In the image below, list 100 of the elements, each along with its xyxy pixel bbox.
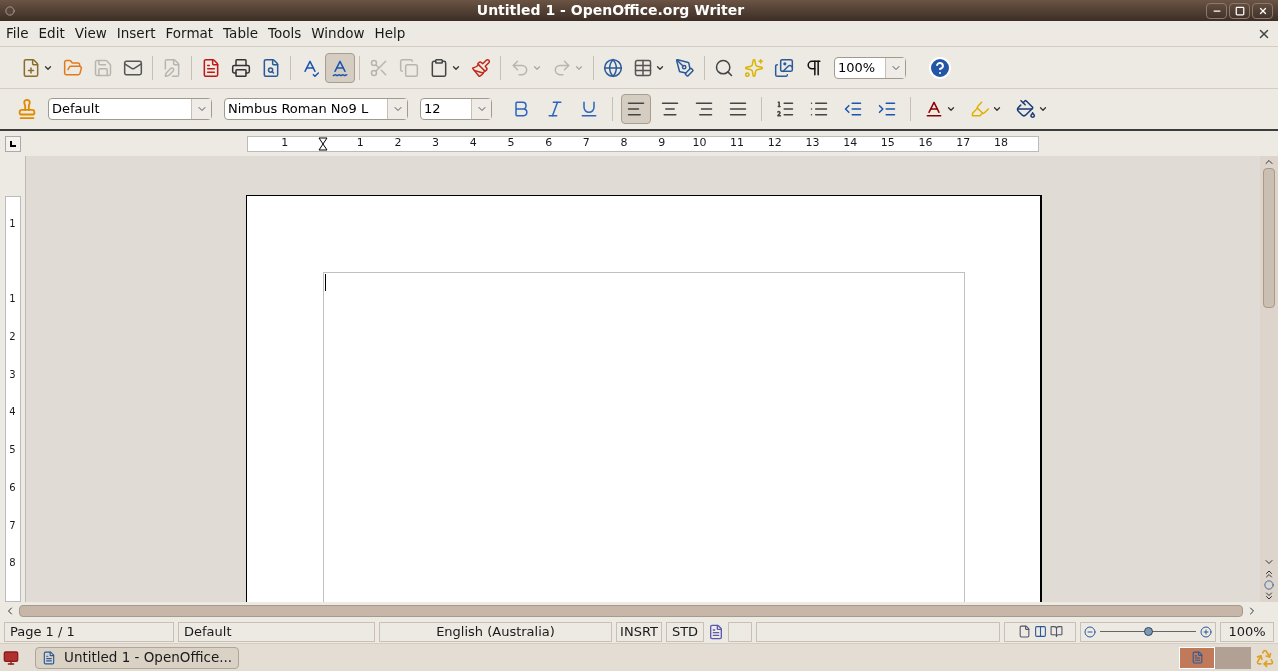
- menu-item[interactable]: Insert: [111, 23, 161, 44]
- menu-item[interactable]: Help: [369, 23, 411, 44]
- find-icon: [714, 57, 734, 78]
- previous-page-icon[interactable]: [1263, 568, 1275, 580]
- menu-item[interactable]: File: [1, 23, 34, 44]
- two-page-icon[interactable]: [1033, 625, 1047, 638]
- ruler-number: 1: [355, 135, 365, 152]
- ruler-number: 17: [955, 135, 972, 152]
- ruler-number: 1: [9, 292, 16, 307]
- indent-marker-icon[interactable]: [317, 136, 328, 151]
- ruler-number: 8: [619, 135, 629, 152]
- window-title: Untitled 1 - OpenOffice.org Writer: [475, 1, 746, 20]
- menu-item[interactable]: View: [69, 23, 112, 44]
- ruler-number: 13: [804, 135, 821, 152]
- help-icon[interactable]: [928, 55, 952, 80]
- scrollbar-thumb[interactable]: [1263, 168, 1275, 308]
- toolbar-button[interactable]: [621, 94, 651, 124]
- gallery-icon: [774, 57, 794, 78]
- ruler-number: 1: [280, 135, 290, 152]
- show-desktop-icon[interactable]: [3, 649, 19, 666]
- caret-icon: [1038, 104, 1048, 114]
- zoom-percentage: 100%: [1220, 621, 1274, 642]
- combo-value: 12: [423, 100, 442, 118]
- printer-icon: [231, 57, 251, 78]
- ruler-number: 2: [9, 330, 16, 345]
- clipboard-icon: [429, 57, 449, 78]
- single-page-icon[interactable]: [1017, 625, 1031, 638]
- align-center-icon: [660, 99, 680, 119]
- align-right-icon: [694, 99, 714, 119]
- ruler-number: 15: [879, 135, 896, 152]
- combo-box[interactable]: 12: [420, 98, 492, 120]
- copy-icon: [399, 57, 419, 78]
- page-indicator: Page 1 / 1: [4, 621, 174, 642]
- folder-icon: [63, 57, 83, 78]
- maximize-button[interactable]: [1229, 2, 1250, 19]
- ruler-number: 2: [393, 135, 403, 152]
- ruler-number: 16: [917, 135, 934, 152]
- align-left-icon: [626, 99, 646, 119]
- combo-box[interactable]: Nimbus Roman No9 L: [224, 98, 408, 120]
- menu-item[interactable]: Edit: [33, 23, 70, 44]
- print-preview-icon: [261, 57, 281, 78]
- language-indicator: English (Australia): [379, 621, 612, 642]
- workspace-switcher[interactable]: [1179, 646, 1215, 669]
- ruler-number: 12: [766, 135, 783, 152]
- caret-icon: [992, 104, 1002, 114]
- status-field: [728, 621, 752, 642]
- combo-value: Default: [51, 100, 101, 118]
- font-color-icon: [924, 99, 944, 119]
- zoom-slider-thumb[interactable]: [1144, 627, 1153, 636]
- highlighter-icon: [970, 99, 990, 119]
- selection-mode[interactable]: STD: [666, 621, 704, 642]
- ruler-number: 4: [468, 135, 478, 152]
- ruler-number: 7: [9, 518, 16, 533]
- bullet-list-icon: [809, 99, 829, 119]
- book-view-icon[interactable]: [1049, 625, 1063, 638]
- document-icon: [42, 650, 56, 665]
- ruler-number: 3: [431, 135, 441, 152]
- workspace-switcher[interactable]: [1215, 646, 1251, 669]
- document-pencil-icon: [162, 57, 182, 78]
- ruler-number: 3: [9, 367, 16, 382]
- ruler-number: 6: [544, 135, 554, 152]
- scrollbar-thumb[interactable]: [19, 605, 1243, 617]
- document-icon[interactable]: [708, 623, 724, 640]
- next-page-icon[interactable]: [1263, 590, 1275, 602]
- numbered-list-icon: [775, 99, 795, 119]
- page-style: Default: [178, 621, 375, 642]
- document-icon: [1190, 651, 1204, 664]
- taskbar-button[interactable]: Untitled 1 - OpenOffice...: [35, 646, 240, 669]
- justify-icon: [728, 99, 748, 119]
- window-menu-icon[interactable]: [5, 5, 15, 16]
- minimize-button[interactable]: [1206, 2, 1227, 19]
- ruler-number: 5: [506, 135, 516, 152]
- ruler-number: 5: [9, 443, 16, 458]
- zoom-out-icon[interactable]: [1084, 625, 1096, 638]
- insert-mode[interactable]: INSRT: [616, 621, 662, 642]
- vertical-scrollbar[interactable]: [1260, 156, 1278, 602]
- combo-box[interactable]: 100%: [834, 56, 906, 79]
- zoom-in-icon[interactable]: [1200, 625, 1212, 638]
- underline-icon: [579, 99, 599, 119]
- new-document-icon: [21, 57, 41, 78]
- table-icon: [633, 57, 653, 78]
- italic-icon: [545, 99, 565, 119]
- menu-item[interactable]: Format: [160, 23, 219, 44]
- text-cursor: [325, 274, 326, 291]
- caret-icon: [946, 104, 956, 114]
- menu-item[interactable]: Window: [306, 23, 370, 44]
- ruler-number: 6: [9, 480, 16, 495]
- paint-bucket-icon: [1016, 99, 1036, 119]
- ruler-number: 4: [9, 405, 16, 420]
- menu-item[interactable]: Tools: [263, 23, 307, 44]
- ruler-number: 11: [729, 135, 746, 152]
- menu-item[interactable]: Table: [218, 23, 264, 44]
- ruler-number: 8: [9, 556, 16, 571]
- close-icon: [1257, 5, 1268, 16]
- ruler-number: 1: [9, 217, 16, 231]
- ruler-number: 7: [581, 135, 591, 152]
- maximize-icon: [1234, 5, 1245, 16]
- combo-box[interactable]: Default: [48, 98, 212, 120]
- close-button[interactable]: [1252, 2, 1273, 19]
- tab-stop-selector[interactable]: [5, 135, 21, 152]
